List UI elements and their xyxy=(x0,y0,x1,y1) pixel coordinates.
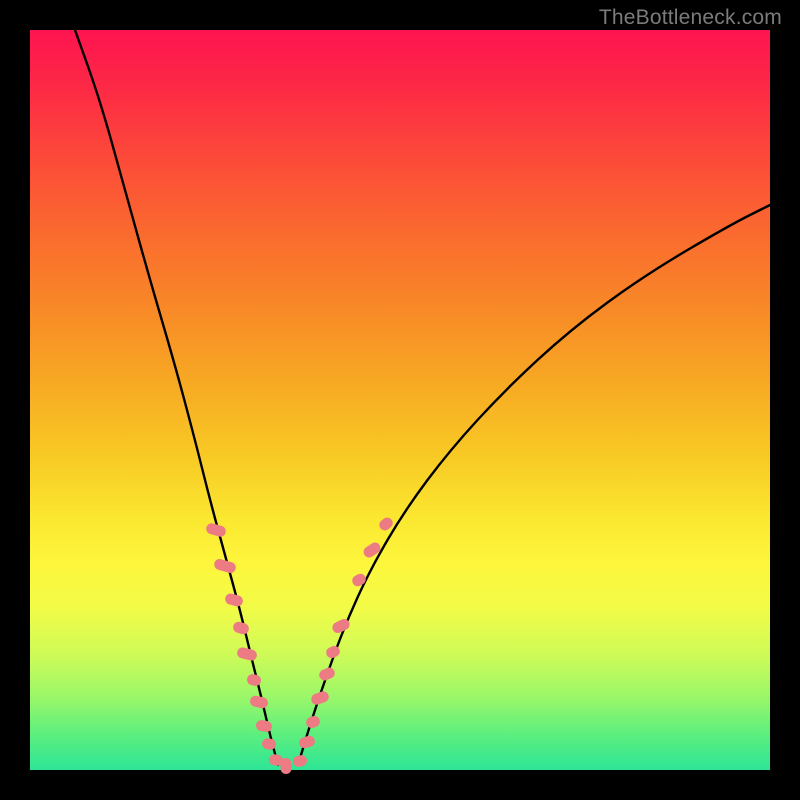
bead xyxy=(292,754,308,768)
curve-svg xyxy=(30,30,770,770)
bead xyxy=(298,735,316,750)
plot-area xyxy=(30,30,770,770)
bead xyxy=(224,592,244,608)
watermark-text: TheBottleneck.com xyxy=(599,6,782,30)
bead xyxy=(213,558,237,575)
bead xyxy=(246,673,262,687)
bead xyxy=(205,522,227,538)
bead xyxy=(350,572,368,589)
bead xyxy=(232,621,250,636)
bead-group xyxy=(205,515,395,774)
bead xyxy=(281,758,292,774)
curve-right-branch xyxy=(298,205,770,765)
bead xyxy=(324,644,341,660)
outer-frame: TheBottleneck.com xyxy=(0,0,800,800)
bead xyxy=(305,715,322,730)
bead xyxy=(249,695,269,710)
bead xyxy=(318,666,337,682)
bead xyxy=(310,690,331,706)
bead xyxy=(236,646,258,662)
